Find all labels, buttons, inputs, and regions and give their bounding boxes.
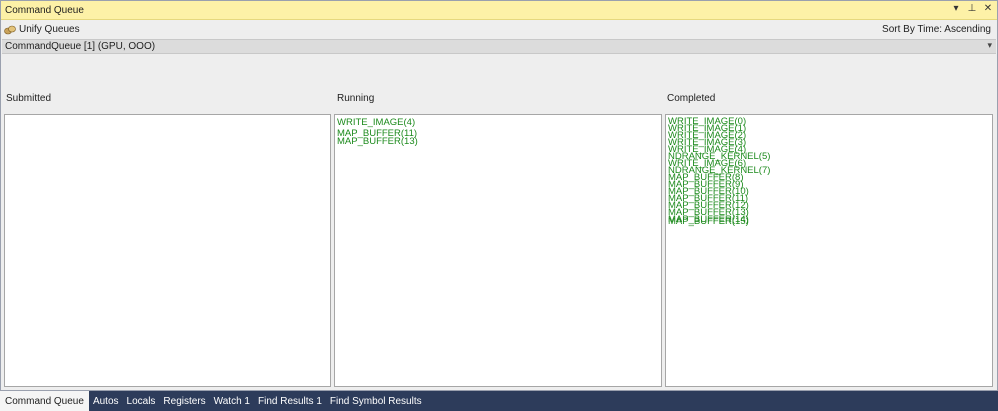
tab-registers[interactable]: Registers bbox=[159, 391, 209, 411]
tab-find-results-1[interactable]: Find Results 1 bbox=[254, 391, 326, 411]
running-item[interactable]: MAP_BUFFER(13) bbox=[337, 136, 418, 147]
tab-locals[interactable]: Locals bbox=[123, 391, 160, 411]
close-icon[interactable]: ✕ bbox=[983, 3, 993, 14]
window-title-bar[interactable]: Command Queue ▾ ⊥ ✕ bbox=[1, 1, 997, 20]
running-item[interactable]: WRITE_IMAGE(4) bbox=[337, 117, 415, 128]
submitted-column-label: Submitted bbox=[6, 93, 52, 104]
completed-column-label: Completed bbox=[667, 93, 716, 104]
running-column-label: Running bbox=[337, 93, 375, 104]
tab-find-symbol-results[interactable]: Find Symbol Results bbox=[326, 391, 426, 411]
submitted-list[interactable] bbox=[4, 114, 331, 387]
toolbar: Unify Queues Sort By Time: Ascending bbox=[1, 21, 997, 38]
completed-item[interactable]: MAP_BUFFER(15) bbox=[668, 216, 749, 227]
bottom-tab-bar: Command Queue Autos Locals Registers Wat… bbox=[0, 391, 998, 411]
command-queue-window: Command Queue ▾ ⊥ ✕ Unify Queues Sort By… bbox=[0, 0, 998, 391]
unify-queues-icon bbox=[4, 25, 16, 34]
pin-icon[interactable]: ⊥ bbox=[967, 3, 977, 14]
window-title: Command Queue bbox=[5, 4, 84, 16]
running-list[interactable]: WRITE_IMAGE(4) MAP_BUFFER(11) MAP_BUFFER… bbox=[334, 114, 662, 387]
unify-queues-label: Unify Queues bbox=[19, 24, 80, 35]
sort-by-time-button[interactable]: Sort By Time: Ascending bbox=[882, 24, 991, 35]
window-controls: ▾ ⊥ ✕ bbox=[951, 3, 993, 14]
window-dropdown-icon[interactable]: ▾ bbox=[951, 3, 961, 14]
queue-selector[interactable]: CommandQueue [1] (GPU, OOO) ▾ bbox=[2, 39, 996, 54]
chevron-down-icon[interactable]: ▾ bbox=[987, 40, 992, 51]
tab-command-queue[interactable]: Command Queue bbox=[0, 391, 89, 411]
tab-watch-1[interactable]: Watch 1 bbox=[210, 391, 254, 411]
tab-autos[interactable]: Autos bbox=[89, 391, 123, 411]
unify-queues-button[interactable]: Unify Queues bbox=[4, 24, 80, 35]
queue-selector-value: CommandQueue [1] (GPU, OOO) bbox=[5, 41, 156, 52]
completed-list[interactable]: WRITE_IMAGE(0) WRITE_IMAGE(1) WRITE_IMAG… bbox=[665, 114, 993, 387]
